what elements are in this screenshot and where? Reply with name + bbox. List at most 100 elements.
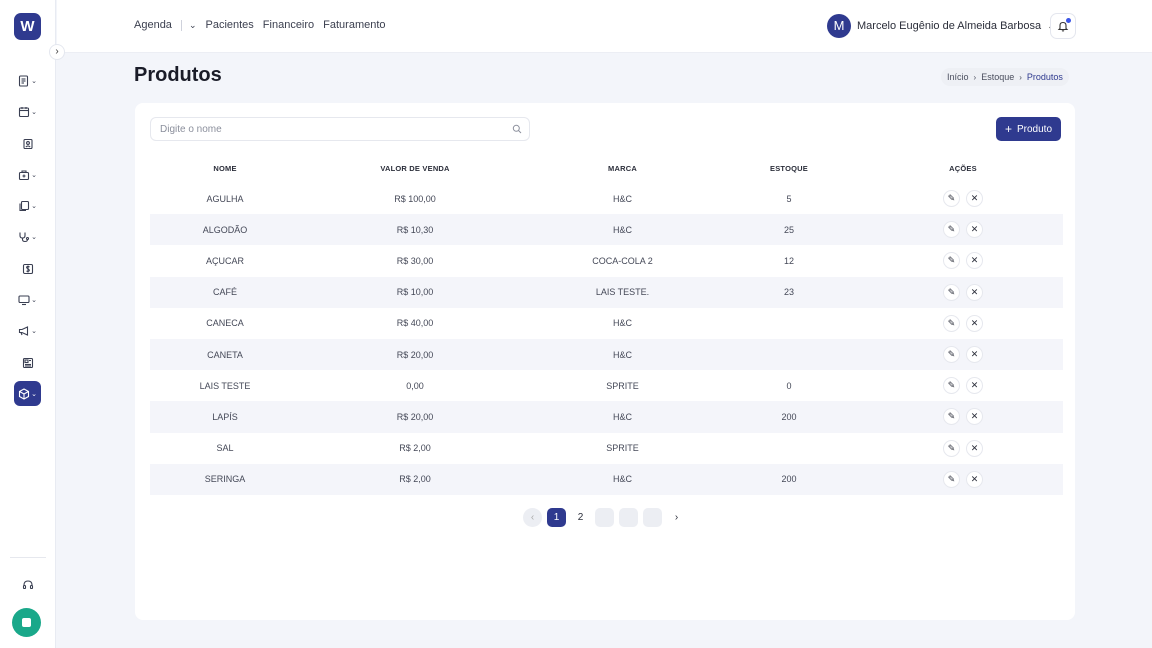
delete-button[interactable]: ✕: [966, 283, 983, 301]
column-header-marca[interactable]: MARCA: [530, 153, 715, 183]
cell-nome: AGULHA: [206, 193, 244, 204]
chevron-down-icon: ⌄: [31, 77, 37, 85]
cell-nome: AÇUCAR: [205, 255, 244, 266]
notification-dot: [1066, 18, 1071, 23]
cell-valor: R$ 10,00: [396, 287, 434, 298]
search-icon: [512, 124, 522, 134]
cell-nome: ALGODÃO: [202, 224, 248, 235]
close-icon: ✕: [970, 317, 979, 328]
edit-button[interactable]: ✎: [943, 346, 960, 364]
sidebar-item-monitor[interactable]: ⌄: [14, 287, 41, 312]
cell-nome: SAL: [216, 443, 234, 454]
delete-button[interactable]: ✕: [966, 377, 983, 395]
sidebar-expand-button[interactable]: ›: [49, 44, 65, 60]
cell-valor: R$ 40,00: [396, 318, 434, 329]
pagination: ‹ 1 2 ›: [523, 508, 686, 527]
cell-acoes: ✎ ✕: [863, 370, 1063, 401]
edit-button[interactable]: ✎: [943, 377, 960, 395]
sidebar-item-medical[interactable]: ⌄: [14, 224, 41, 249]
edit-button[interactable]: ✎: [943, 252, 960, 270]
nav-faturamento[interactable]: Faturamento: [323, 19, 385, 31]
sidebar-item-documents[interactable]: ⌄: [14, 68, 41, 93]
sidebar-item-clinic[interactable]: ⌄: [14, 162, 41, 187]
edit-button[interactable]: ✎: [943, 283, 960, 301]
search-input[interactable]: [151, 118, 529, 140]
page-title: Produtos: [134, 64, 222, 86]
stethoscope-icon: [19, 232, 30, 242]
nav-financeiro[interactable]: Financeiro: [263, 19, 314, 31]
sidebar-item-support[interactable]: [14, 572, 41, 597]
cell-marca: H&C: [612, 318, 632, 329]
clinic-icon: [19, 169, 30, 180]
delete-button[interactable]: ✕: [966, 314, 983, 332]
breadcrumb-estoque[interactable]: Estoque: [981, 72, 1014, 82]
sidebar-item-news[interactable]: [14, 350, 41, 375]
delete-button[interactable]: ✕: [966, 252, 983, 270]
nav-agenda[interactable]: Agenda: [134, 19, 172, 31]
delete-button[interactable]: ✕: [966, 190, 983, 208]
cell-marca: H&C: [612, 193, 632, 204]
sidebar-item-finance[interactable]: [14, 256, 41, 281]
notifications-button[interactable]: [1050, 13, 1076, 39]
nav-divider: [180, 19, 182, 31]
column-header-nome[interactable]: NOME: [150, 153, 300, 183]
sidebar-item-contacts[interactable]: [14, 131, 41, 156]
edit-button[interactable]: ✎: [943, 221, 960, 239]
cell-acoes: ✎ ✕: [863, 277, 1063, 308]
table-row: AGULHA R$ 100,00 H&C 5 ✎ ✕: [150, 183, 1063, 214]
edit-button[interactable]: ✎: [943, 190, 960, 208]
contact-card-icon: [22, 138, 33, 149]
nav-pacientes[interactable]: Pacientes: [205, 19, 253, 31]
sidebar-item-files[interactable]: ⌄: [14, 193, 41, 218]
chat-button[interactable]: [12, 608, 41, 637]
chevron-down-icon: ⌄: [31, 390, 37, 398]
close-icon: ✕: [970, 349, 979, 360]
breadcrumb-home[interactable]: Início: [947, 72, 969, 82]
delete-button[interactable]: ✕: [966, 221, 983, 239]
column-header-estoque[interactable]: ESTOQUE: [715, 153, 863, 183]
user-name: Marcelo Eugênio de Almeida Barbosa: [857, 20, 1042, 32]
close-icon: ✕: [970, 286, 979, 297]
page-button-placeholder: [619, 508, 638, 527]
chevron-right-icon: ›: [973, 72, 977, 82]
cell-nome: LAIS TESTE: [199, 380, 251, 391]
sidebar-item-products[interactable]: ⌄: [14, 381, 41, 406]
previous-page-button[interactable]: ‹: [523, 508, 542, 527]
cell-marca: SPRITE: [606, 443, 639, 454]
cell-acoes: ✎ ✕: [863, 183, 1063, 214]
sidebar-item-marketing[interactable]: ⌄: [14, 318, 41, 343]
edit-button[interactable]: ✎: [943, 314, 960, 332]
cell-acoes: ✎ ✕: [863, 401, 1063, 432]
app-logo[interactable]: W: [14, 13, 41, 40]
next-page-button[interactable]: ›: [667, 508, 686, 527]
sidebar-item-calendar[interactable]: ⌄: [14, 99, 41, 124]
delete-button[interactable]: ✕: [966, 470, 983, 488]
chevron-down-icon[interactable]: ⌄: [189, 20, 197, 31]
edit-button[interactable]: ✎: [943, 408, 960, 426]
chevron-left-icon: ‹: [530, 512, 535, 523]
chevron-down-icon: ⌄: [31, 296, 37, 304]
box-icon: [19, 387, 30, 400]
table-row: SERINGA R$ 2,00 H&C 200 ✎ ✕: [150, 463, 1063, 495]
add-product-label: Produto: [1016, 123, 1053, 135]
delete-button[interactable]: ✕: [966, 346, 983, 364]
user-menu[interactable]: M Marcelo Eugênio de Almeida Barbosa ⌄: [827, 14, 1055, 38]
delete-button[interactable]: ✕: [966, 439, 983, 457]
cell-valor: 0,00: [406, 380, 424, 391]
delete-button[interactable]: ✕: [966, 408, 983, 426]
cell-estoque: 200: [781, 474, 797, 485]
column-header-valor[interactable]: VALOR DE VENDA: [300, 153, 530, 183]
page-button-1[interactable]: 1: [547, 508, 566, 527]
edit-button[interactable]: ✎: [943, 470, 960, 488]
cell-estoque: [715, 433, 863, 464]
page-button-2[interactable]: 2: [571, 508, 590, 527]
cell-estoque: 5: [786, 193, 792, 204]
cell-valor: R$ 20,00: [396, 349, 434, 360]
add-product-button[interactable]: + Produto: [996, 117, 1061, 141]
top-bar: Agenda ⌄ Pacientes Financeiro Faturament…: [57, 0, 1152, 53]
page-button-placeholder: [595, 508, 614, 527]
products-table: NOME VALOR DE VENDA MARCA ESTOQUE AÇÕES …: [150, 153, 1063, 495]
close-icon: ✕: [970, 224, 979, 235]
edit-button[interactable]: ✎: [943, 439, 960, 457]
cell-estoque: [715, 339, 863, 370]
